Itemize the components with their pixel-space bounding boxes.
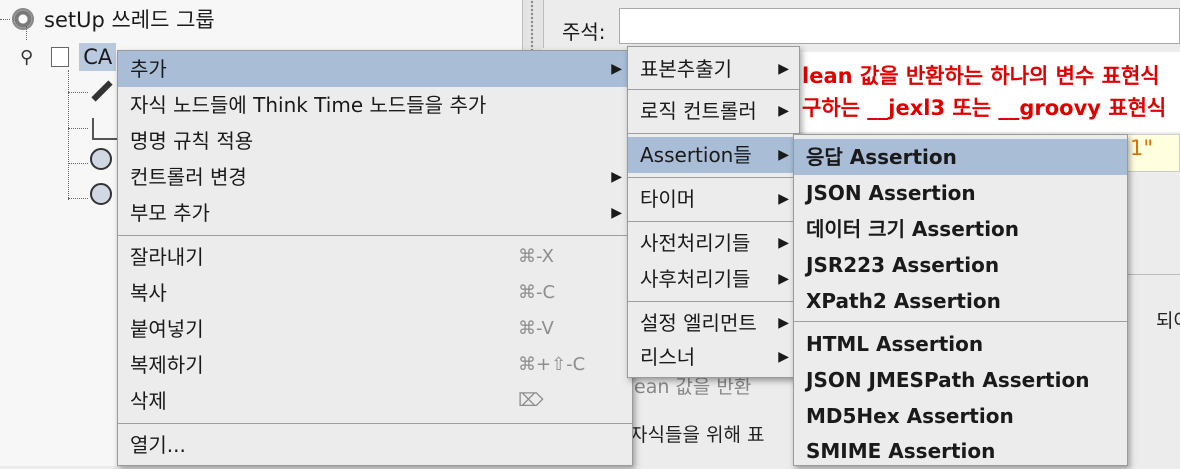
submenu-arrow-icon: ▶	[778, 103, 789, 119]
menu-item-post-processors[interactable]: 사후처리기들 ▶	[628, 261, 799, 297]
graph-icon	[92, 118, 118, 140]
help-text-line: 구하는 __jexl3 또는 __groovy 표현식	[802, 96, 1167, 120]
tree-connector	[0, 19, 10, 20]
tree-connector	[68, 128, 88, 129]
menu-item-response-assertion[interactable]: 응답 Assertion	[794, 139, 1127, 175]
tree-connector	[26, 26, 27, 40]
menu-item-json-assertion[interactable]: JSON Assertion	[794, 175, 1127, 211]
add-submenu[interactable]: 표본추출기 ▶ 로직 컨트롤러 ▶ Assertion들 ▶ 타이머 ▶ 사전처리기들 ▶…	[627, 46, 800, 378]
submenu-arrow-icon: ▶	[778, 191, 789, 207]
delete-key-icon: ⌦	[518, 390, 544, 411]
menu-item-open[interactable]: 열기...	[118, 427, 632, 463]
menu-item-apply-naming[interactable]: 명명 규칙 적용	[118, 123, 632, 159]
tree-connector	[68, 70, 69, 200]
tree-connector	[68, 92, 88, 93]
tree-connector	[68, 163, 88, 164]
menu-separator	[628, 89, 799, 90]
submenu-arrow-icon: ▶	[778, 235, 789, 251]
menu-item-logic-controllers[interactable]: 로직 컨트롤러 ▶	[628, 93, 799, 129]
magnifier-icon	[90, 148, 112, 170]
menu-separator	[118, 235, 632, 236]
menu-item-copy[interactable]: 복사 ⌘-C	[118, 275, 632, 311]
assertion-submenu[interactable]: 응답 Assertion JSON Assertion 데이터 크기 Asser…	[793, 134, 1128, 466]
expression-value: 1"	[1130, 136, 1154, 160]
submenu-arrow-icon: ▶	[778, 147, 789, 163]
obscured-text: 되어있음	[1156, 310, 1180, 332]
menu-separator	[118, 423, 632, 424]
menu-item-listeners[interactable]: 리스너 ▶	[628, 339, 799, 375]
pen-icon	[91, 80, 113, 102]
context-menu[interactable]: 추가 ▶ 자식 노드들에 Think Time 노드들을 추가 명명 규칙 적용 …	[117, 50, 633, 466]
menu-item-add-think-time[interactable]: 자식 노드들에 Think Time 노드들을 추가	[118, 87, 632, 123]
menu-item-cut[interactable]: 잘라내기 ⌘-X	[118, 239, 632, 275]
divider	[1128, 274, 1180, 275]
submenu-arrow-icon: ▶	[778, 271, 789, 287]
menu-item-samplers[interactable]: 표본추출기 ▶	[628, 51, 799, 87]
obscured-text: 자식들을 위해 표	[630, 424, 765, 446]
menu-item-xpath2-assertion[interactable]: XPath2 Assertion	[794, 283, 1127, 319]
magnifier-icon	[90, 183, 112, 205]
menu-separator	[628, 133, 799, 134]
gear-icon	[12, 8, 34, 30]
menu-item-timers[interactable]: 타이머 ▶	[628, 181, 799, 217]
menu-separator	[628, 301, 799, 302]
menu-item-assertions[interactable]: Assertion들 ▶	[628, 137, 799, 173]
tree-node-label: CA	[79, 43, 117, 71]
menu-item-size-assertion[interactable]: 데이터 크기 Assertion	[794, 211, 1127, 247]
tree-node-setup-thread-group[interactable]: setUp 쓰레드 그룹	[12, 4, 215, 34]
submenu-arrow-icon: ▶	[611, 169, 622, 185]
menu-item-pre-processors[interactable]: 사전처리기들 ▶	[628, 225, 799, 261]
tree-connector	[68, 198, 88, 199]
menu-item-delete[interactable]: 삭제 ⌦	[118, 383, 632, 419]
menu-item-config-elements[interactable]: 설정 엘리먼트 ▶	[628, 305, 799, 341]
submenu-arrow-icon: ▶	[778, 61, 789, 77]
comment-label: 주석:	[562, 20, 606, 44]
menu-item-add[interactable]: 추가 ▶	[118, 51, 632, 87]
menu-item-add-parent[interactable]: 부모 추가 ▶	[118, 195, 632, 231]
menu-separator	[794, 321, 1127, 322]
menu-item-json-jmespath-assertion[interactable]: JSON JMESPath Assertion	[794, 362, 1127, 398]
menu-item-paste[interactable]: 붙여넣기 ⌘-V	[118, 311, 632, 347]
submenu-arrow-icon: ▶	[778, 349, 789, 365]
menu-item-change-controller[interactable]: 컨트롤러 변경 ▶	[118, 159, 632, 195]
controller-icon	[51, 47, 70, 67]
tree-node-ca[interactable]: ⚲ CA	[20, 42, 117, 72]
menu-item-jsr223-assertion[interactable]: JSR223 Assertion	[794, 247, 1127, 283]
menu-item-smime-assertion[interactable]: SMIME Assertion	[794, 433, 1127, 469]
tree-node-label: setUp 쓰레드 그룹	[44, 8, 215, 32]
menu-item-html-assertion[interactable]: HTML Assertion	[794, 326, 1127, 362]
help-text-line: lean 값을 반환하는 하나의 변수 표현식	[802, 64, 1160, 88]
expand-handle-icon[interactable]: ⚲	[20, 47, 33, 68]
menu-separator	[628, 177, 799, 178]
menu-item-md5hex-assertion[interactable]: MD5Hex Assertion	[794, 398, 1127, 434]
submenu-arrow-icon: ▶	[611, 61, 622, 77]
submenu-arrow-icon: ▶	[778, 315, 789, 331]
comment-input[interactable]	[619, 8, 1180, 44]
menu-item-duplicate[interactable]: 복제하기 ⌘+⇧-C	[118, 347, 632, 383]
submenu-arrow-icon: ▶	[611, 205, 622, 221]
menu-separator	[628, 221, 799, 222]
